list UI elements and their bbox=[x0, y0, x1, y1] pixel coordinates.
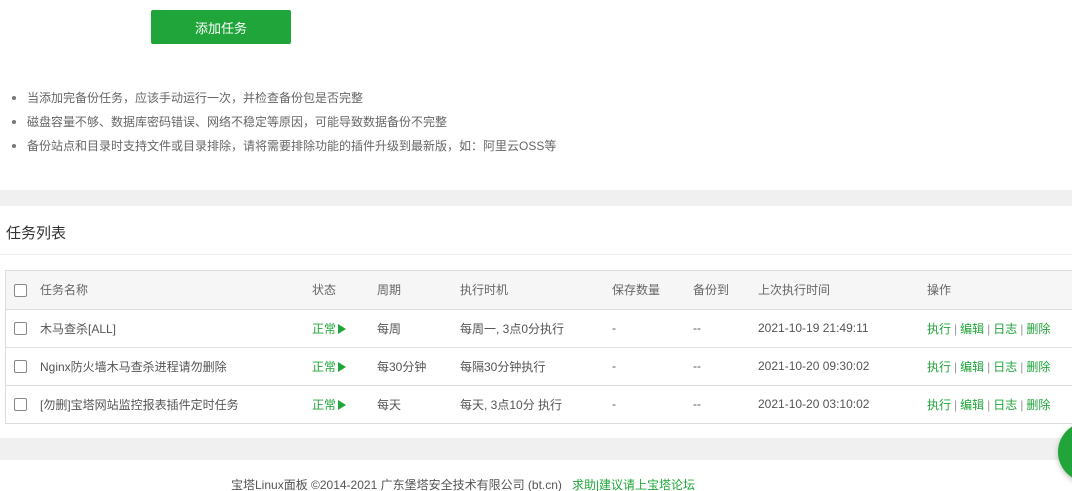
task-name: 木马查杀[ALL] bbox=[40, 321, 117, 336]
task-backup-to: -- bbox=[693, 321, 701, 335]
task-timing: 每周一, 3点0分执行 bbox=[460, 321, 565, 336]
edit-link[interactable]: 编辑 bbox=[960, 322, 984, 336]
task-table: 任务名称 状态 周期 执行时机 保存数量 备份到 上次执行时间 操作 木马查杀[… bbox=[5, 270, 1072, 424]
task-last-run: 2021-10-20 09:30:02 bbox=[758, 359, 870, 373]
status-cell[interactable]: 正常 bbox=[312, 385, 377, 423]
tips-list: 当添加完备份任务，应该手动运行一次，并检查备份包是否完整 磁盘容量不够、数据库密… bbox=[10, 86, 556, 158]
task-last-run: 2021-10-20 03:10:02 bbox=[758, 397, 870, 412]
col-header-actions: 操作 bbox=[927, 271, 1072, 310]
status-text: 正常 bbox=[312, 321, 337, 336]
add-task-button[interactable]: 添加任务 bbox=[151, 10, 291, 44]
task-keep: - bbox=[612, 321, 616, 335]
delete-link[interactable]: 删除 bbox=[1026, 360, 1050, 374]
run-link[interactable]: 执行 bbox=[927, 398, 951, 412]
tip-item: 备份站点和目录时支持文件或目录排除，请将需要排除功能的插件升级到最新版，如：阿里… bbox=[10, 134, 556, 158]
play-icon[interactable] bbox=[338, 323, 347, 334]
forum-help-link[interactable]: 求助|建议请上宝塔论坛 bbox=[572, 478, 695, 491]
status-text: 正常 bbox=[312, 359, 337, 374]
task-cycle: 每30分钟 bbox=[377, 359, 427, 374]
col-header-status: 状态 bbox=[312, 271, 377, 310]
row-checkbox[interactable] bbox=[14, 322, 27, 336]
col-header-name: 任务名称 bbox=[40, 271, 312, 310]
run-link[interactable]: 执行 bbox=[927, 322, 951, 336]
row-checkbox[interactable] bbox=[14, 360, 27, 374]
status-cell[interactable]: 正常 bbox=[312, 309, 377, 347]
divider bbox=[0, 254, 1072, 255]
row-actions: 执行 | 编辑 | 日志 | 删除 bbox=[927, 309, 1072, 347]
task-cycle: 每周 bbox=[377, 321, 402, 336]
action-separator: | bbox=[1020, 397, 1024, 412]
delete-link[interactable]: 删除 bbox=[1026, 322, 1050, 336]
action-separator: | bbox=[987, 397, 991, 412]
tip-item: 当添加完备份任务，应该手动运行一次，并检查备份包是否完整 bbox=[10, 86, 556, 110]
action-separator: | bbox=[987, 321, 991, 336]
log-link[interactable]: 日志 bbox=[993, 322, 1017, 336]
col-header-cycle: 周期 bbox=[377, 271, 460, 310]
task-backup-to: -- bbox=[693, 359, 701, 373]
status-text: 正常 bbox=[312, 397, 337, 412]
top-panel: 添加任务 当添加完备份任务，应该手动运行一次，并检查备份包是否完整 磁盘容量不够… bbox=[0, 0, 1072, 190]
row-actions: 执行 | 编辑 | 日志 | 删除 bbox=[927, 385, 1072, 423]
table-row: 木马查杀[ALL] 正常 每周 每周一, 3点0分执行 - -- 2021-10… bbox=[6, 309, 1072, 347]
task-name: [勿删]宝塔网站监控报表插件定时任务 bbox=[40, 397, 239, 412]
edit-link[interactable]: 编辑 bbox=[960, 360, 984, 374]
task-list-title: 任务列表 bbox=[6, 225, 67, 242]
action-separator: | bbox=[954, 321, 958, 336]
task-keep: - bbox=[612, 359, 616, 373]
action-separator: | bbox=[954, 359, 958, 374]
task-cycle: 每天 bbox=[377, 397, 402, 412]
action-separator: | bbox=[1020, 359, 1024, 374]
table-row: [勿删]宝塔网站监控报表插件定时任务 正常 每天 每天, 3点10分 执行 - … bbox=[6, 385, 1072, 423]
task-keep: - bbox=[612, 397, 616, 412]
log-link[interactable]: 日志 bbox=[993, 398, 1017, 412]
play-icon[interactable] bbox=[338, 399, 347, 410]
col-header-backup-to: 备份到 bbox=[693, 271, 758, 310]
row-checkbox[interactable] bbox=[14, 398, 27, 412]
tip-item: 磁盘容量不够、数据库密码错误、网络不稳定等原因，可能导致数据备份不完整 bbox=[10, 110, 556, 134]
select-all-checkbox[interactable] bbox=[14, 283, 27, 297]
play-icon[interactable] bbox=[338, 361, 347, 372]
task-timing: 每隔30分钟执行 bbox=[460, 359, 546, 374]
action-separator: | bbox=[954, 397, 958, 412]
edit-link[interactable]: 编辑 bbox=[960, 398, 984, 412]
col-header-last-run: 上次执行时间 bbox=[758, 271, 927, 310]
action-separator: | bbox=[1020, 321, 1024, 336]
table-row: Nginx防火墙木马查杀进程请勿删除 正常 每30分钟 每隔30分钟执行 - -… bbox=[6, 347, 1072, 385]
col-header-keep: 保存数量 bbox=[612, 271, 693, 310]
task-timing: 每天, 3点10分 执行 bbox=[460, 397, 563, 412]
run-link[interactable]: 执行 bbox=[927, 360, 951, 374]
log-link[interactable]: 日志 bbox=[993, 360, 1017, 374]
footer-text: 宝塔Linux面板 ©2014-2021 广东堡塔安全技术有限公司 (bt.cn… bbox=[231, 476, 695, 491]
status-cell[interactable]: 正常 bbox=[312, 347, 377, 385]
row-actions: 执行 | 编辑 | 日志 | 删除 bbox=[927, 347, 1072, 385]
table-header-row: 任务名称 状态 周期 执行时机 保存数量 备份到 上次执行时间 操作 bbox=[6, 271, 1072, 310]
task-backup-to: -- bbox=[693, 397, 701, 412]
delete-link[interactable]: 删除 bbox=[1026, 398, 1050, 412]
col-header-timing: 执行时机 bbox=[460, 271, 612, 310]
footer: 宝塔Linux面板 ©2014-2021 广东堡塔安全技术有限公司 (bt.cn… bbox=[0, 460, 1072, 491]
copyright-text: 宝塔Linux面板 ©2014-2021 广东堡塔安全技术有限公司 (bt.cn… bbox=[231, 478, 562, 491]
task-name: Nginx防火墙木马查杀进程请勿删除 bbox=[40, 359, 227, 374]
task-last-run: 2021-10-19 21:49:11 bbox=[758, 321, 869, 335]
task-list-panel: 任务列表 任务名称 状态 周期 执行时机 保存数量 备份到 上次执行时间 操作 bbox=[0, 206, 1072, 438]
action-separator: | bbox=[987, 359, 991, 374]
